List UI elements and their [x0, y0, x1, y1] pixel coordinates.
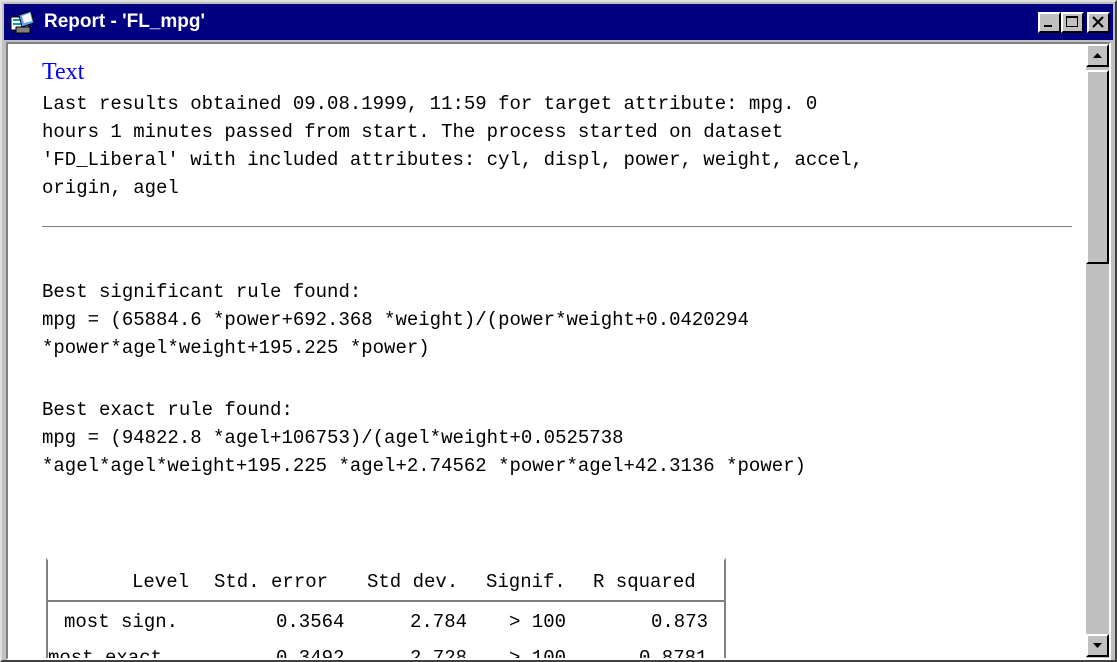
section-divider [42, 226, 1072, 228]
intro-line: hours 1 minutes passed from start. The p… [42, 121, 784, 143]
column-header-r-squared: R squared [593, 571, 696, 593]
exact-rule-line: *agel*agel*weight+195.225 *agel+2.74562 … [42, 455, 806, 477]
minimize-icon [1044, 25, 1052, 27]
report-view[interactable]: Text Last results obtained 09.08.1999, 1… [6, 42, 1111, 660]
column-header-level: Level [132, 571, 190, 593]
maximize-button[interactable] [1061, 12, 1084, 33]
significant-rule-line: mpg = (65884.6 *power+692.368 *weight)/(… [42, 309, 749, 331]
exact-rule-block: Best exact rule found: mpg = (94822.8 *a… [42, 396, 806, 480]
significant-rule-heading: Best significant rule found: [42, 281, 362, 303]
close-button[interactable] [1087, 12, 1110, 33]
report-content: Text Last results obtained 09.08.1999, 1… [8, 44, 1084, 658]
table-cell-std-dev: 2.728 [410, 647, 468, 658]
table-cell-r-squared: 0.873 [651, 611, 709, 633]
maximize-icon [1066, 16, 1078, 27]
scroll-up-button[interactable] [1086, 44, 1109, 67]
intro-paragraph: Last results obtained 09.08.1999, 11:59 … [42, 90, 863, 202]
table-cell-r-squared: 0.8781 [639, 647, 708, 658]
scroll-down-button[interactable] [1086, 634, 1109, 657]
scroll-up-arrow-icon [1093, 53, 1102, 58]
intro-line: Last results obtained 09.08.1999, 11:59 … [42, 93, 818, 115]
table-cell-level: most sign. [64, 611, 179, 633]
table-cell-std-error: 0.3564 [276, 611, 345, 633]
table-header-row: Level Std. error Std dev. Signif. R squa… [48, 564, 724, 602]
intro-line: origin, agel [42, 177, 179, 199]
report-app-icon[interactable] [10, 9, 36, 35]
column-header-signif: Signif. [486, 571, 566, 593]
statistics-table: Level Std. error Std dev. Signif. R squa… [46, 558, 726, 658]
report-window: Report - 'FL_mpg' Text Last results obta… [0, 0, 1117, 662]
table-cell-std-error: 0.3492 [276, 647, 345, 658]
scroll-down-arrow-icon [1093, 643, 1102, 648]
table-row: most exact. 0.3492 2.728 > 100 0.8781 [48, 640, 724, 658]
scrollbar-thumb[interactable] [1086, 70, 1109, 264]
intro-line: 'FD_Liberal' with included attributes: c… [42, 149, 863, 171]
table-cell-std-dev: 2.784 [410, 611, 468, 633]
column-header-std-dev: Std dev. [367, 571, 459, 593]
section-title: Text [42, 59, 85, 85]
window-title: Report - 'FL_mpg' [44, 11, 206, 32]
table-row: most sign. 0.3564 2.784 > 100 0.873 [48, 604, 724, 640]
table-cell-signif: > 100 [509, 647, 567, 658]
title-bar[interactable]: Report - 'FL_mpg' [4, 4, 1113, 40]
vertical-scrollbar[interactable] [1086, 44, 1109, 658]
exact-rule-heading: Best exact rule found: [42, 399, 293, 421]
column-header-std-error: Std. error [214, 571, 329, 593]
significant-rule-line: *power*agel*weight+195.225 *power) [42, 337, 430, 359]
close-icon [1092, 16, 1104, 28]
table-cell-signif: > 100 [509, 611, 567, 633]
table-cell-level: most exact. [48, 647, 174, 658]
exact-rule-line: mpg = (94822.8 *agel+106753)/(agel*weigh… [42, 427, 624, 449]
significant-rule-block: Best significant rule found: mpg = (6588… [42, 278, 749, 362]
minimize-button[interactable] [1038, 12, 1061, 33]
